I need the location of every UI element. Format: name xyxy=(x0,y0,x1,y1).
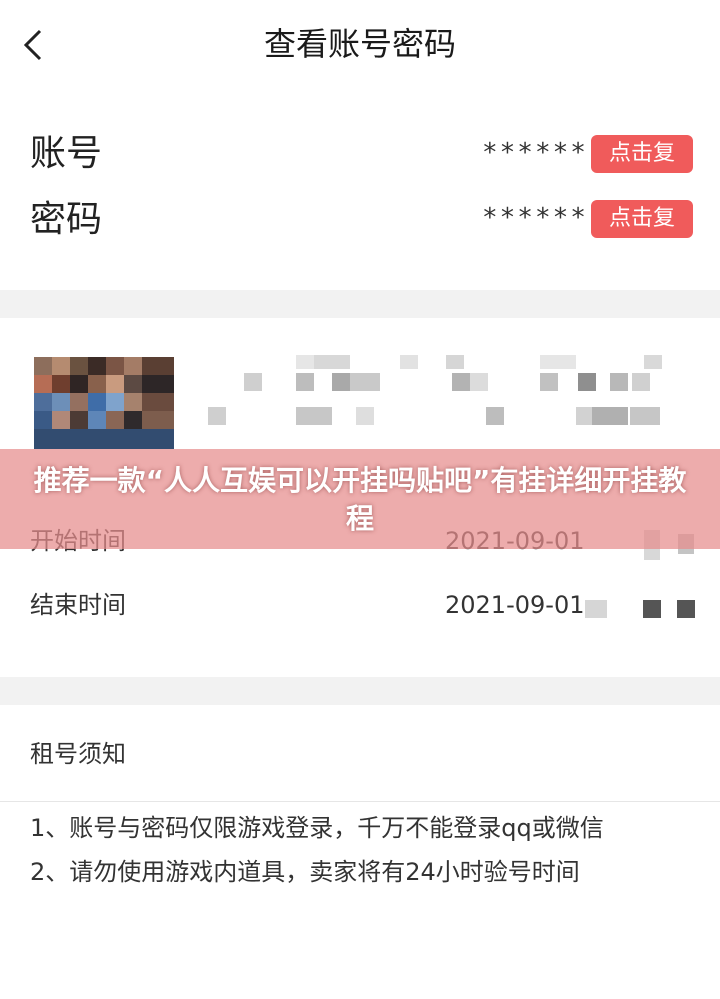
notice-divider xyxy=(0,801,720,802)
account-label: 账号 xyxy=(30,133,103,174)
notice-line-2: 2、请勿使用游戏内道具，卖家将有24小时验号时间 xyxy=(30,858,580,886)
end-time-label: 结束时间 xyxy=(30,591,126,619)
password-label: 密码 xyxy=(30,199,103,240)
account-value: ****** xyxy=(482,138,588,168)
game-thumbnail xyxy=(34,357,174,449)
overlay-text: 推荐一款“人人互娱可以开挂吗贴吧”有挂详细开挂教程 xyxy=(33,464,687,535)
blurred-end-suffix xyxy=(585,598,700,620)
notice-line-1: 1、账号与密码仅限游戏登录，千万不能登录qq或微信 xyxy=(30,814,604,842)
copy-account-button[interactable]: 点击复制 xyxy=(591,135,693,204)
password-value: ****** xyxy=(482,203,588,233)
section-divider-2 xyxy=(0,677,720,705)
section-divider xyxy=(0,290,720,318)
blurred-title xyxy=(200,355,700,425)
end-time-value: 2021-09-01 xyxy=(445,591,585,619)
notice-title: 租号须知 xyxy=(30,740,126,768)
page-title: 查看账号密码 xyxy=(263,25,456,63)
copy-password-button[interactable]: 点击复制 xyxy=(591,200,693,269)
